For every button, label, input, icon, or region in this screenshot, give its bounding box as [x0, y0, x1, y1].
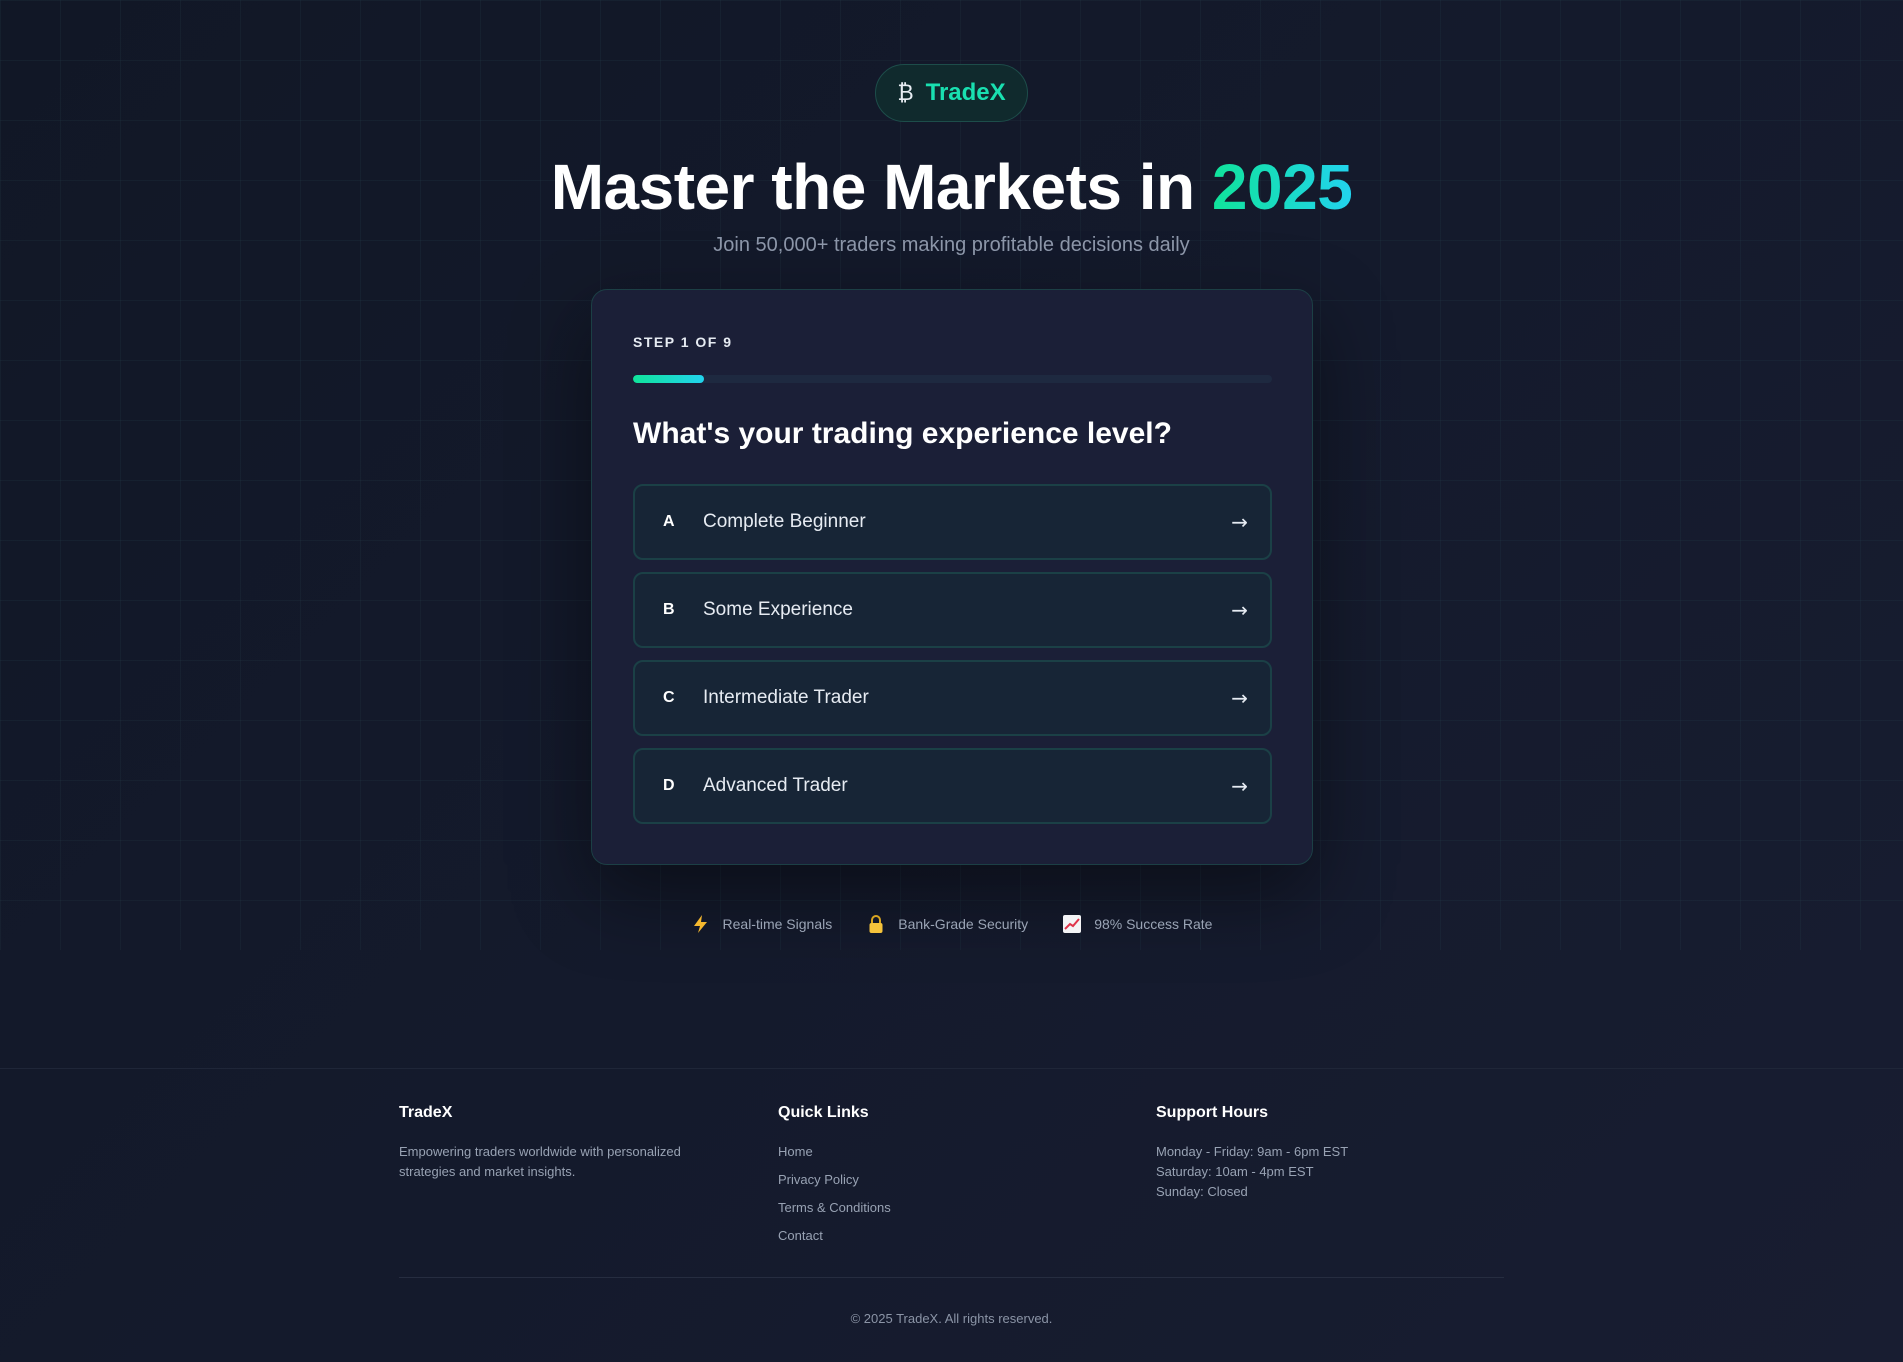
footer-about: TradeX Empowering traders worldwide with…: [399, 1104, 729, 1182]
option-label: Advanced Trader: [703, 775, 848, 796]
page-title: Master the Markets in 2025: [0, 150, 1903, 224]
option-a-button[interactable]: A Complete Beginner →: [633, 484, 1272, 560]
step-indicator: STEP 1 OF 9: [633, 334, 733, 350]
arrow-right-icon: →: [1231, 686, 1248, 710]
footer-support: Support Hours Monday - Friday: 9am - 6pm…: [1156, 1104, 1504, 1202]
support-hours-sunday: Sunday: Closed: [1156, 1184, 1248, 1199]
progress-fill: [633, 375, 704, 383]
bitcoin-icon: ₿: [897, 81, 914, 106]
arrow-right-icon: →: [1231, 510, 1248, 534]
option-letter: D: [663, 777, 675, 794]
brand-name: TradeX: [925, 79, 1006, 106]
brand-badge[interactable]: ₿ TradeX: [875, 64, 1028, 122]
option-c-button[interactable]: C Intermediate Trader →: [633, 660, 1272, 736]
option-label: Complete Beginner: [703, 511, 866, 532]
option-b-button[interactable]: B Some Experience →: [633, 572, 1272, 648]
option-label: Some Experience: [703, 599, 853, 620]
lightning-icon: [691, 914, 711, 934]
feature-label: Real-time Signals: [722, 916, 833, 932]
feature-label: 98% Success Rate: [1094, 916, 1213, 932]
feature-label: Bank-Grade Security: [898, 916, 1029, 932]
footer-about-title: TradeX: [399, 1104, 453, 1121]
lock-icon: [866, 914, 886, 934]
footer-link-contact[interactable]: Contact: [778, 1226, 1078, 1245]
footer-link-terms[interactable]: Terms & Conditions: [778, 1198, 1078, 1217]
question-title: What's your trading experience level?: [633, 417, 1172, 450]
answer-options: A Complete Beginner → B Some Experience …: [633, 484, 1272, 836]
footer-links-title: Quick Links: [778, 1104, 869, 1121]
footer-divider: [399, 1277, 1504, 1278]
option-letter: A: [663, 513, 675, 530]
headline-text: Master the Markets in: [550, 151, 1212, 223]
arrow-right-icon: →: [1231, 774, 1248, 798]
footer-quick-links: Quick Links Home Privacy Policy Terms & …: [778, 1104, 1078, 1254]
feature-success-rate: 98% Success Rate: [1062, 914, 1212, 934]
footer-about-text: Empowering traders worldwide with person…: [399, 1144, 681, 1179]
feature-security: Bank-Grade Security: [866, 914, 1028, 934]
footer-top-divider: [0, 1068, 1903, 1069]
quiz-card: STEP 1 OF 9 What's your trading experien…: [591, 289, 1313, 865]
option-letter: C: [663, 689, 675, 706]
footer-link-privacy[interactable]: Privacy Policy: [778, 1170, 1078, 1189]
option-letter: B: [663, 601, 675, 618]
option-label: Intermediate Trader: [703, 687, 869, 708]
chart-up-icon: [1062, 914, 1082, 934]
headline-year: 2025: [1211, 151, 1353, 223]
trust-features: Real-time Signals Bank-Grade Security 98…: [0, 914, 1903, 934]
option-d-button[interactable]: D Advanced Trader →: [633, 748, 1272, 824]
footer-support-title: Support Hours: [1156, 1104, 1268, 1121]
footer-link-home[interactable]: Home: [778, 1142, 1078, 1161]
support-hours-weekday: Monday - Friday: 9am - 6pm EST: [1156, 1144, 1349, 1159]
feature-realtime-signals: Real-time Signals: [691, 914, 833, 934]
support-hours-saturday: Saturday: 10am - 4pm EST: [1156, 1164, 1314, 1179]
arrow-right-icon: →: [1231, 598, 1248, 622]
progress-bar: [633, 375, 1272, 383]
page-subtitle: Join 50,000+ traders making profitable d…: [713, 234, 1190, 256]
copyright: © 2025 TradeX. All rights reserved.: [850, 1311, 1053, 1326]
